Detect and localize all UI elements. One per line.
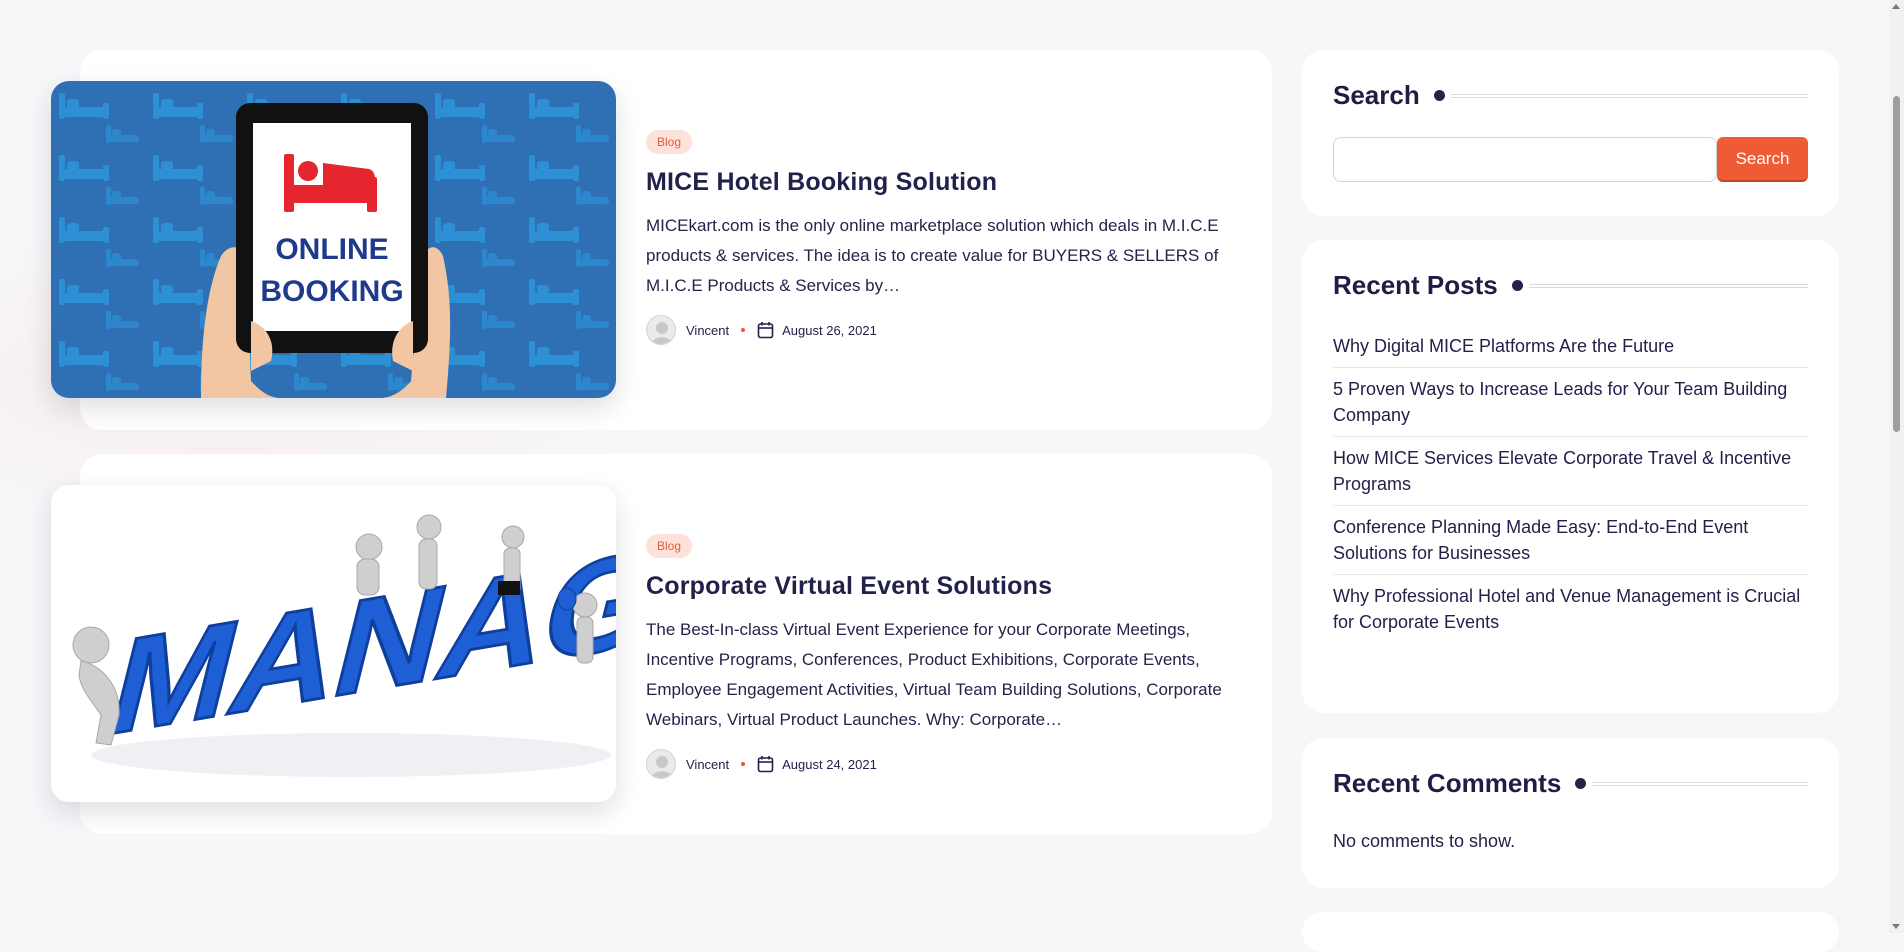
search-input[interactable]: [1333, 137, 1717, 182]
recent-posts-list: Why Digital MICE Platforms Are the Futur…: [1333, 325, 1808, 643]
author-name[interactable]: Vincent: [686, 323, 729, 338]
post-body: Blog MICE Hotel Booking Solution MICEkar…: [646, 130, 1236, 345]
thumb-text-line2: BOOKING: [260, 275, 403, 308]
recent-post-link[interactable]: Why Digital MICE Platforms Are the Futur…: [1333, 325, 1808, 368]
widget-title: Recent Comments: [1333, 768, 1562, 798]
recent-posts-widget: Recent Posts Why Digital MICE Platforms …: [1302, 240, 1839, 713]
widget-heading: Recent Posts: [1333, 270, 1808, 301]
title-dot: [1433, 90, 1445, 101]
post-title[interactable]: MICE Hotel Booking Solution: [646, 168, 1236, 197]
widget-heading: Recent Comments: [1333, 768, 1808, 799]
page-scrollbar[interactable]: [1889, 0, 1904, 933]
post-meta: Vincent August 24, 2021: [646, 749, 1236, 779]
post-body: Blog Corporate Virtual Event Solutions T…: [646, 534, 1236, 779]
post-card: MANAGE Blog Corporate Virtual Event Solu…: [51, 454, 1272, 834]
scroll-down-icon[interactable]: [1892, 924, 1900, 929]
title-divider: [1592, 781, 1808, 786]
widget-heading: Search: [1333, 80, 1808, 111]
title-divider: [1528, 283, 1808, 288]
title-divider: [1450, 93, 1808, 98]
scroll-up-icon[interactable]: [1892, 4, 1900, 9]
recent-post-link[interactable]: Why Professional Hotel and Venue Managem…: [1333, 575, 1808, 643]
calendar-icon: [757, 321, 774, 339]
calendar-icon: [757, 755, 774, 773]
meta-separator-dot: [741, 762, 746, 766]
recent-post-link[interactable]: Conference Planning Made Easy: End-to-En…: [1333, 506, 1808, 575]
widget-title: Recent Posts: [1333, 270, 1498, 300]
post-meta: Vincent August 26, 2021: [646, 315, 1236, 345]
recent-post-link[interactable]: 5 Proven Ways to Increase Leads for Your…: [1333, 368, 1808, 437]
post-excerpt: The Best-In-class Virtual Event Experien…: [646, 620, 1222, 729]
post-date[interactable]: August 26, 2021: [782, 323, 877, 338]
thumb-text-line1: ONLINE: [275, 233, 388, 266]
search-form: Search: [1333, 137, 1808, 182]
post-date[interactable]: August 24, 2021: [782, 757, 877, 772]
meta-separator-dot: [741, 328, 746, 332]
post-excerpt: MICEkart.com is the only online marketpl…: [646, 216, 1219, 295]
category-badge[interactable]: Blog: [646, 534, 693, 558]
title-dot: [1575, 778, 1587, 789]
no-comments-text: No comments to show.: [1333, 831, 1516, 851]
post-thumbnail[interactable]: ONLINE BOOKING: [51, 81, 616, 398]
post-thumbnail[interactable]: MANAGE: [51, 485, 616, 802]
recent-comments-widget: Recent Comments No comments to show.: [1302, 738, 1839, 888]
category-badge[interactable]: Blog: [646, 130, 693, 154]
search-widget: Search Search: [1302, 50, 1839, 216]
author-avatar[interactable]: [646, 749, 676, 779]
title-dot: [1511, 280, 1523, 291]
widget-title: Search: [1333, 80, 1420, 110]
post-title[interactable]: Corporate Virtual Event Solutions: [646, 572, 1236, 601]
scrollbar-thumb[interactable]: [1893, 96, 1900, 432]
next-widget-partial: [1302, 912, 1839, 952]
author-name[interactable]: Vincent: [686, 757, 729, 772]
search-button[interactable]: Search: [1717, 137, 1808, 182]
post-card: ONLINE BOOKING Blog MICE Hotel Booking S…: [51, 50, 1272, 430]
recent-post-link[interactable]: How MICE Services Elevate Corporate Trav…: [1333, 437, 1808, 506]
author-avatar[interactable]: [646, 315, 676, 345]
